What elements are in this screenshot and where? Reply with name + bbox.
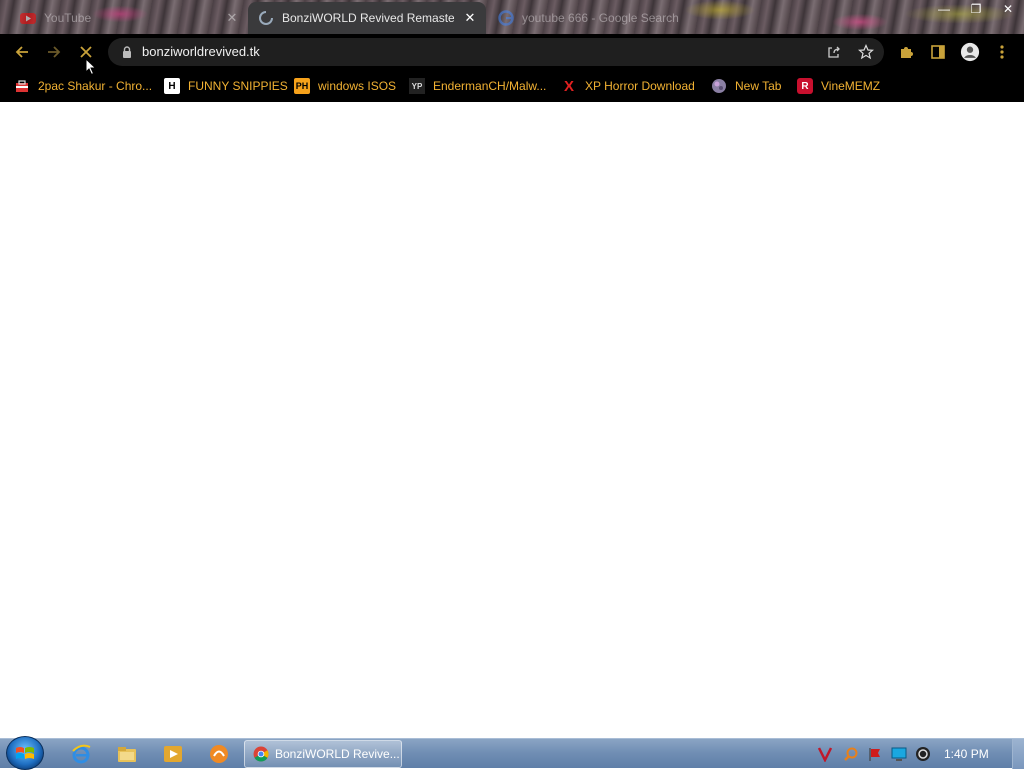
bookmark-label: EndermanCH/Malw...	[433, 79, 547, 93]
windows-logo-icon	[16, 747, 34, 759]
system-clock[interactable]: 1:40 PM	[944, 747, 989, 761]
tray-v-icon[interactable]	[817, 746, 833, 762]
extensions-button[interactable]	[896, 42, 916, 62]
bookmark-vinememz[interactable]: R VineMEMZ	[797, 77, 880, 95]
profile-button[interactable]	[960, 42, 980, 62]
puzzle-icon	[901, 47, 913, 58]
bookmark-xp-horror[interactable]: X XP Horror Download	[561, 77, 695, 95]
app-icon[interactable]	[208, 743, 230, 765]
tab-title: youtube 666 - Google Search	[522, 11, 679, 25]
briefcase-icon	[14, 78, 30, 94]
side-panel-icon	[931, 45, 945, 59]
google-icon	[498, 10, 514, 26]
bookmark-funny-snippies[interactable]: H FUNNY SNIPPIES	[164, 77, 288, 95]
back-button[interactable]	[12, 42, 32, 62]
r-logo-icon: R	[797, 78, 813, 94]
close-tab-icon[interactable]: ✕	[224, 10, 240, 26]
tab-bonziworld[interactable]: BonziWORLD Revived Remastered ✕	[248, 2, 486, 34]
ph-logo-icon: PH	[294, 78, 310, 94]
h-logo-icon: H	[164, 78, 180, 94]
side-panel-button[interactable]	[928, 42, 948, 62]
file-explorer-icon[interactable]	[116, 743, 138, 765]
bookmark-label: FUNNY SNIPPIES	[188, 79, 288, 93]
tray-search-icon[interactable]	[843, 746, 859, 762]
bookmark-label: windows ISOS	[318, 79, 397, 93]
tab-title: YouTube	[44, 11, 92, 25]
tray-volume-icon[interactable]	[915, 746, 931, 762]
bookmark-windows-isos[interactable]: PH windows ISOS	[294, 77, 396, 95]
profile-avatar-icon	[960, 42, 980, 62]
url-text[interactable]: bonziworldrevived.tk	[142, 44, 260, 59]
tab-strip: YouTube ✕ BonziWORLD Revived Remastered …	[0, 0, 1024, 34]
bookmark-label: 2pac Shakur - Chro...	[38, 79, 153, 93]
bookmark-endermanch[interactable]: YP EndermanCH/Malw...	[409, 77, 546, 95]
media-player-icon[interactable]	[162, 743, 184, 765]
bookmark-label: XP Horror Download	[585, 79, 695, 93]
taskbar: BonziWORLD Revive... 1:40 PM	[0, 736, 1024, 770]
start-button[interactable]	[6, 736, 44, 770]
taskbar-chrome-button[interactable]: BonziWORLD Revive...	[244, 740, 402, 768]
stop-x-icon	[80, 46, 92, 58]
share-icon[interactable]	[826, 44, 842, 60]
youtube-icon	[20, 13, 36, 24]
window-controls: — ❐ ✕	[928, 0, 1024, 18]
bookmark-label: New Tab	[735, 79, 782, 93]
tab-youtube[interactable]: YouTube ✕	[14, 2, 246, 34]
tab-google-search[interactable]: youtube 666 - Google Search	[490, 2, 730, 34]
bookmarks-bar: 2pac Shakur - Chro... H FUNNY SNIPPIES P…	[0, 70, 1024, 102]
forward-button[interactable]	[44, 42, 64, 62]
page-content[interactable]	[0, 102, 1024, 738]
show-desktop-button[interactable]	[1012, 739, 1024, 769]
minimize-icon[interactable]: —	[928, 0, 960, 18]
back-arrow-icon	[15, 46, 28, 58]
bookmark-star-icon[interactable]	[858, 44, 874, 60]
close-window-icon[interactable]: ✕	[992, 0, 1024, 18]
x-logo-icon: X	[563, 77, 574, 95]
bookmark-new-tab[interactable]: New Tab	[711, 77, 781, 95]
internet-explorer-icon[interactable]	[70, 743, 92, 765]
globe-icon	[711, 78, 727, 94]
yp-logo-icon: YP	[409, 78, 425, 94]
browser-toolbar: bonziworldrevived.tk	[0, 34, 1024, 70]
taskbar-button-label: BonziWORLD Revive...	[275, 747, 400, 761]
address-bar[interactable]: bonziworldrevived.tk	[108, 38, 884, 66]
lock-icon[interactable]	[120, 45, 134, 59]
menu-button[interactable]	[992, 42, 1012, 62]
tray-monitor-icon[interactable]	[891, 746, 907, 762]
loading-spinner-icon	[259, 11, 273, 25]
bookmark-label: VineMEMZ	[821, 79, 881, 93]
close-tab-icon[interactable]: ✕	[462, 10, 478, 26]
tab-title: BonziWORLD Revived Remastered	[282, 11, 454, 25]
maximize-icon[interactable]: ❐	[960, 0, 992, 18]
chrome-icon	[253, 746, 269, 762]
kebab-menu-icon	[1000, 45, 1004, 59]
mouse-cursor-icon	[85, 58, 97, 76]
tray-flag-icon[interactable]	[867, 746, 883, 762]
forward-arrow-icon	[48, 46, 61, 58]
bookmark-2pac[interactable]: 2pac Shakur - Chro...	[14, 77, 152, 95]
